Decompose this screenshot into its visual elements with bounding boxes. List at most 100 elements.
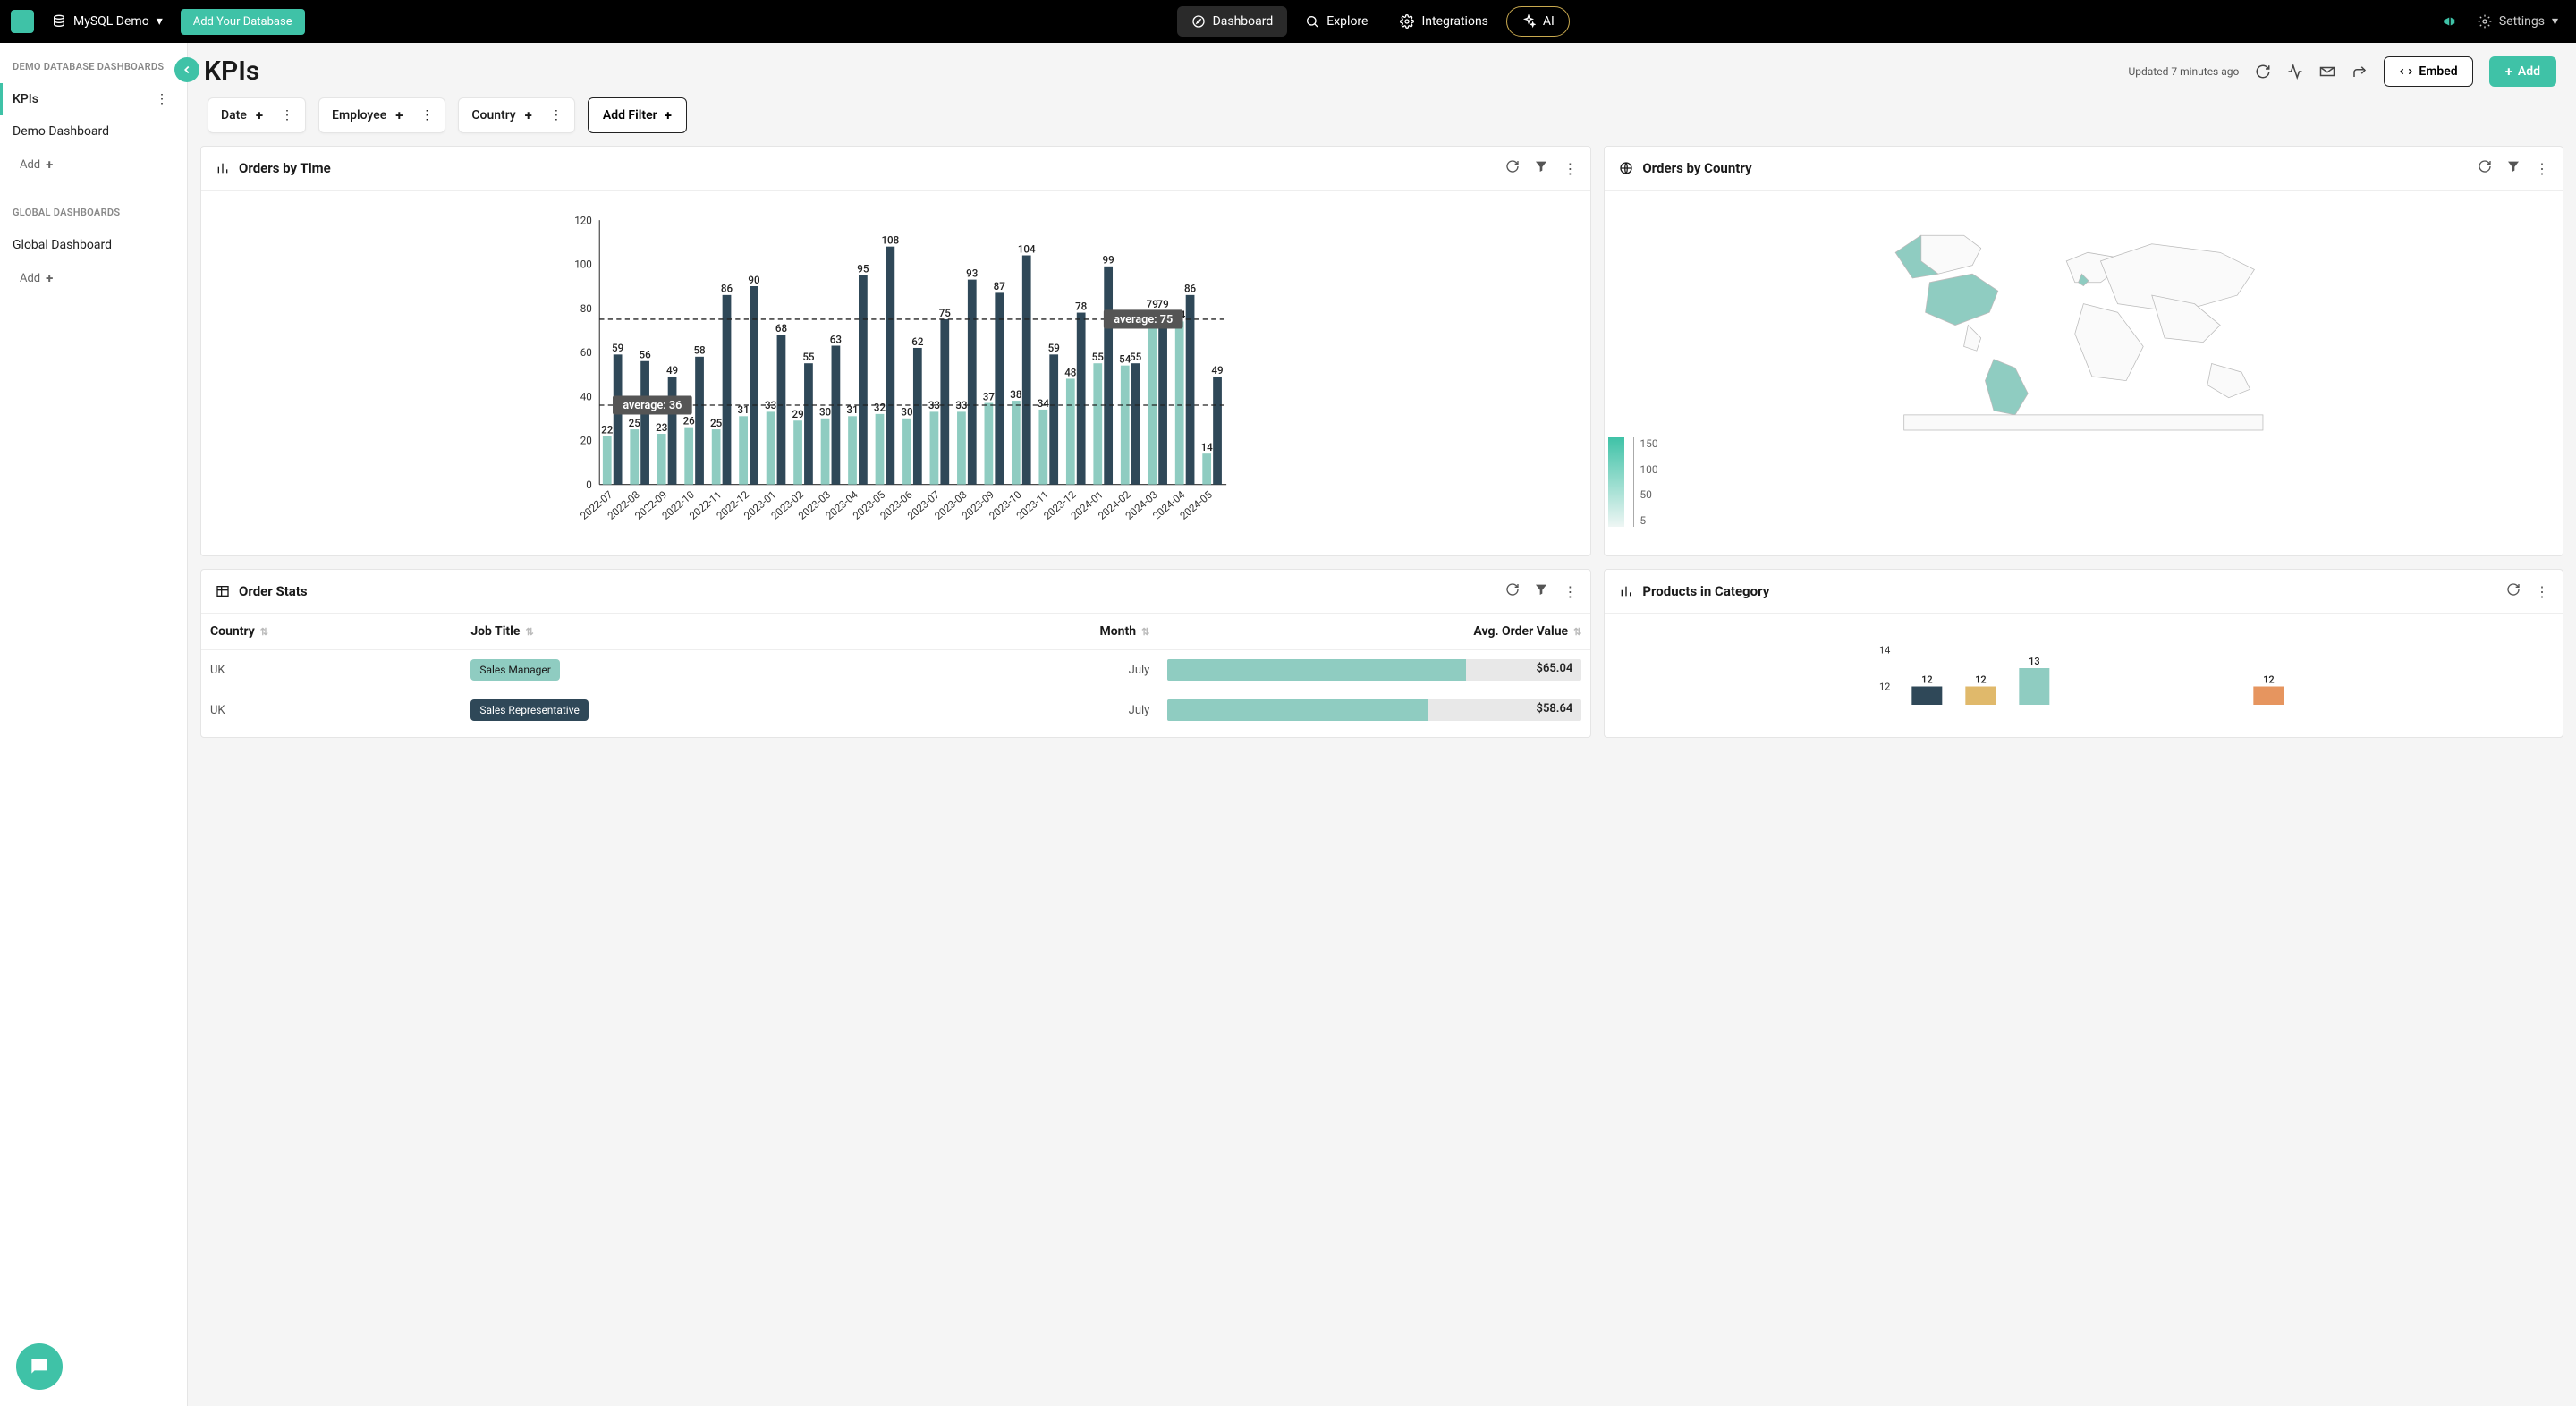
add-widget-button[interactable]: + Add: [2489, 56, 2556, 87]
more-icon[interactable]: ⋮: [420, 108, 432, 123]
app-logo[interactable]: [11, 10, 34, 33]
col-value[interactable]: Avg. Order Value⇅: [1158, 614, 1590, 650]
table-row[interactable]: UK Sales Representative July $58.64: [201, 690, 1590, 731]
nav-ai[interactable]: AI: [1506, 6, 1570, 37]
svg-text:14: 14: [1879, 645, 1890, 656]
more-icon[interactable]: ⋮: [1563, 583, 1576, 600]
filter-date[interactable]: Date + ⋮: [208, 97, 306, 133]
svg-text:25: 25: [629, 417, 641, 429]
svg-text:63: 63: [830, 333, 842, 345]
filter-icon[interactable]: [1534, 159, 1548, 177]
filter-icon[interactable]: [2506, 159, 2521, 177]
svg-text:75: 75: [939, 307, 952, 319]
filters-row: Date + ⋮ Employee + ⋮ Country + ⋮ Add Fi…: [188, 97, 2576, 146]
cell-country: UK: [201, 650, 462, 690]
legend-tick: 50: [1640, 488, 1657, 501]
more-icon[interactable]: ⋮: [1563, 160, 1576, 177]
card-products-category: Products in Category ⋮ 121412121312: [1604, 569, 2563, 738]
svg-text:22: 22: [601, 423, 614, 436]
nav-settings-label: Settings: [2499, 14, 2545, 29]
more-icon[interactable]: ⋮: [156, 92, 167, 106]
svg-text:58: 58: [693, 344, 706, 357]
announcement-icon[interactable]: [2442, 13, 2458, 30]
svg-text:108: 108: [881, 234, 899, 247]
svg-text:30: 30: [901, 406, 912, 419]
filter-country[interactable]: Country + ⋮: [458, 97, 574, 133]
refresh-icon[interactable]: [2255, 64, 2271, 80]
sidebar-add-global-dashboard[interactable]: Add +: [13, 261, 174, 295]
svg-text:12: 12: [1975, 674, 1987, 686]
products-category-chart: 121412121312: [1617, 624, 2550, 705]
col-month[interactable]: Month⇅: [927, 614, 1159, 650]
svg-text:23: 23: [656, 421, 667, 434]
nav-dashboard[interactable]: Dashboard: [1177, 6, 1288, 37]
sidebar-item-kpis[interactable]: KPIs ⋮: [0, 83, 174, 115]
nav-explore-label: Explore: [1326, 14, 1368, 29]
card-orders-by-country: Orders by Country ⋮: [1604, 146, 2563, 556]
svg-text:12: 12: [1879, 682, 1890, 693]
refresh-icon[interactable]: [1505, 582, 1520, 600]
add-filter-label: Add Filter: [603, 108, 657, 123]
table-row[interactable]: UK Sales Manager July $65.04: [201, 650, 1590, 690]
table-icon: [216, 584, 230, 598]
svg-text:78: 78: [1075, 300, 1088, 312]
svg-text:12: 12: [1921, 674, 1933, 686]
more-icon[interactable]: ⋮: [2535, 160, 2548, 177]
sidebar-add-label: Add: [20, 272, 40, 285]
svg-text:14: 14: [1201, 441, 1214, 453]
main-content: KPIs Updated 7 minutes ago Embed + Add: [188, 43, 2576, 1406]
cell-job: Sales Representative: [462, 690, 926, 731]
activity-icon[interactable]: [2287, 64, 2303, 80]
svg-text:86: 86: [1184, 283, 1197, 295]
collapse-sidebar-button[interactable]: [174, 57, 199, 82]
updated-text: Updated 7 minutes ago: [2129, 65, 2240, 78]
svg-text:34: 34: [1038, 397, 1050, 410]
more-icon[interactable]: ⋮: [281, 108, 292, 123]
sidebar-item-demo-dashboard[interactable]: Demo Dashboard: [0, 115, 174, 148]
sidebar-item-global-dashboard[interactable]: Global Dashboard: [0, 229, 174, 261]
svg-text:99: 99: [1103, 254, 1114, 267]
filter-label: Country: [471, 108, 515, 123]
refresh-icon[interactable]: [2506, 582, 2521, 600]
add-label: Add: [2518, 64, 2540, 79]
plus-icon: +: [46, 157, 53, 173]
svg-text:100: 100: [574, 258, 592, 271]
filter-employee[interactable]: Employee + ⋮: [318, 97, 445, 133]
globe-icon: [1619, 161, 1633, 175]
more-icon[interactable]: ⋮: [550, 108, 562, 123]
card-orders-by-time: Orders by Time ⋮ 02040608010012022592022…: [200, 146, 1591, 556]
filter-icon[interactable]: [1534, 582, 1548, 600]
refresh-icon[interactable]: [1505, 159, 1520, 177]
add-filter-button[interactable]: Add Filter +: [588, 97, 687, 133]
col-country[interactable]: Country⇅: [201, 614, 462, 650]
chat-launcher[interactable]: [16, 1343, 63, 1390]
card-order-stats: Order Stats ⋮ Country⇅ Job Title⇅: [200, 569, 1591, 738]
sidebar-add-dashboard[interactable]: Add +: [13, 148, 174, 182]
nav-settings[interactable]: Settings ▾: [2470, 11, 2565, 32]
chat-icon: [28, 1355, 51, 1378]
nav-explore[interactable]: Explore: [1291, 6, 1382, 37]
orders-country-map: 150 100 50 5: [1605, 191, 2563, 530]
embed-button[interactable]: Embed: [2384, 56, 2472, 87]
plus-icon: +: [395, 107, 402, 123]
sparkle-icon: [1521, 14, 1536, 29]
filter-label: Date: [221, 108, 247, 123]
refresh-icon[interactable]: [2478, 159, 2492, 177]
bar-chart-icon: [1619, 584, 1633, 598]
add-database-button[interactable]: Add Your Database: [181, 9, 305, 35]
database-selector[interactable]: MySQL Demo ▾: [45, 11, 170, 32]
sidebar: DEMO DATABASE DASHBOARDS KPIs ⋮ Demo Das…: [0, 43, 188, 1406]
svg-text:13: 13: [2029, 656, 2040, 667]
code-icon: [2399, 64, 2413, 79]
map-legend: 150 100 50 5: [1608, 437, 1657, 527]
svg-text:93: 93: [966, 267, 978, 279]
top-nav: MySQL Demo ▾ Add Your Database Dashboard…: [0, 0, 2576, 43]
mail-icon[interactable]: [2319, 64, 2335, 80]
card-title-label: Orders by Country: [1642, 160, 1751, 176]
svg-text:104: 104: [1018, 242, 1036, 255]
nav-integrations[interactable]: Integrations: [1385, 6, 1502, 37]
chevron-down-icon: ▾: [157, 14, 163, 29]
more-icon[interactable]: ⋮: [2535, 583, 2548, 600]
col-job[interactable]: Job Title⇅: [462, 614, 926, 650]
share-icon[interactable]: [2351, 64, 2368, 80]
